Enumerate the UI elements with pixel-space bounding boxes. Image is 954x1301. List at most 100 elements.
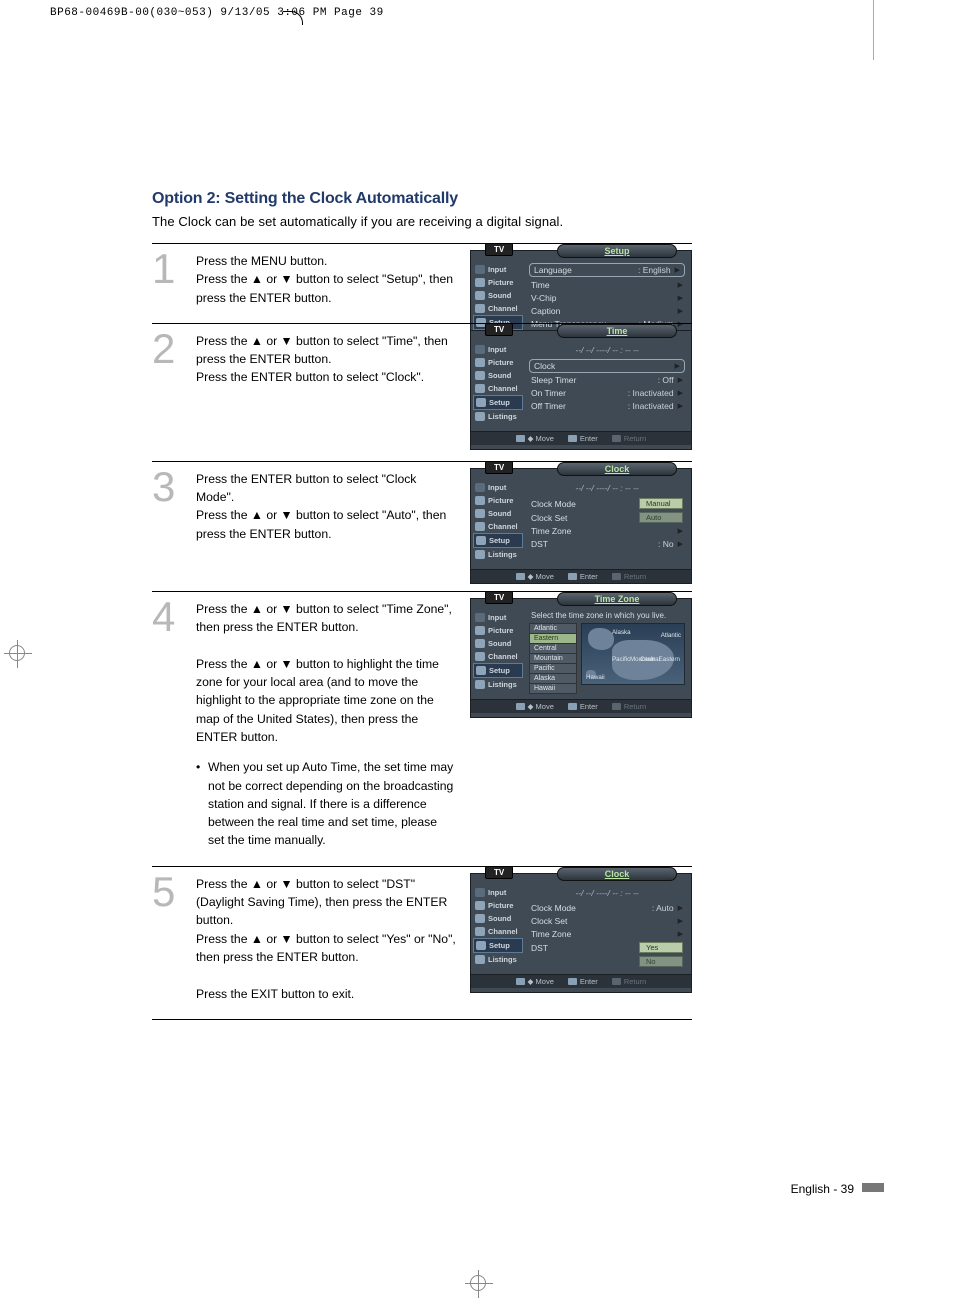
osd-clock: TV Clock InputPictureSoundChannelSetupLi… [470, 468, 692, 584]
tz-list: AtlanticEasternCentralMountainPacificAla… [529, 623, 577, 693]
osd-side-input: Input [473, 886, 523, 899]
osd-side-channel: Channel [473, 382, 523, 395]
osd-main: --/ --/ ----/ -- : -- -- Clock ModeManua… [523, 479, 691, 569]
osd-source-badge: TV [485, 323, 513, 336]
osd-side-sound: Sound [473, 507, 523, 520]
section-subtitle: The Clock can be set automatically if yo… [152, 214, 842, 229]
osd-title: Setup [557, 244, 677, 258]
page-content: Option 2: Setting the Clock Automaticall… [152, 190, 842, 1020]
registration-mark [4, 640, 32, 668]
osd-time: TV Time InputPictureSoundChannelSetupLis… [470, 330, 692, 450]
step-text: Press the MENU button.Press the ▲ or ▼ b… [196, 250, 456, 307]
osd-title: Time Zone [557, 592, 677, 606]
registration-mark [465, 1270, 493, 1298]
osd-footer: ◆ MoveEnterReturn [471, 974, 691, 988]
osd-side-channel: Channel [473, 650, 523, 663]
osd-row: On Timer: Inactivated▶ [529, 387, 685, 400]
osd-row: Caption▶ [529, 304, 685, 317]
step-number: 1 [152, 250, 188, 307]
osd-side-setup: Setup [473, 663, 523, 678]
osd-row: V-Chip▶ [529, 291, 685, 304]
step-note: When you set up Auto Time, the set time … [196, 758, 456, 849]
step-number: 5 [152, 873, 188, 1003]
osd-row: Time Zone▶ [529, 928, 685, 941]
step-text: Press the ▲ or ▼ button to select "Time … [196, 598, 456, 850]
osd-timezone: TV Time Zone InputPictureSoundChannelSet… [470, 598, 692, 718]
osd-footer: ◆ MoveEnterReturn [471, 699, 691, 713]
osd-side-input: Input [473, 343, 523, 356]
osd-row: Time Zone▶ [529, 525, 685, 538]
osd-title: Time [557, 324, 677, 338]
osd-side-sound: Sound [473, 912, 523, 925]
osd-row: Clock▶ [529, 359, 685, 373]
step-text: Press the ▲ or ▼ button to select "Time"… [196, 330, 456, 445]
section-title: Option 2: Setting the Clock Automaticall… [152, 190, 842, 208]
osd-sidebar: InputPictureSoundChannelSetupListings [471, 884, 523, 974]
osd-side-sound: Sound [473, 369, 523, 382]
osd-row: DSTYes [529, 941, 685, 955]
step-3: 3 Press the ENTER button to select "Cloc… [152, 461, 692, 591]
step-5: 5 Press the ▲ or ▼ button to select "DST… [152, 866, 692, 1020]
osd-main: --/ --/ ----/ -- : -- -- Clock Mode: Aut… [523, 884, 691, 974]
step-number: 4 [152, 598, 188, 850]
osd-side-picture: Picture [473, 494, 523, 507]
osd-side-setup: Setup [473, 938, 523, 953]
osd-clock-dst: TV Clock InputPictureSoundChannelSetupLi… [470, 873, 692, 993]
osd-row: Clock ModeManual [529, 497, 685, 511]
step-number: 3 [152, 468, 188, 575]
step-text: Press the ▲ or ▼ button to select "DST"(… [196, 873, 456, 1003]
osd-side-channel: Channel [473, 302, 523, 315]
osd-footer: ◆ MoveEnterReturn [471, 431, 691, 445]
osd-source-badge: TV [485, 243, 513, 256]
crop-edge [873, 0, 874, 60]
osd-side-listings: Listings [473, 548, 523, 561]
osd-sidebar: InputPictureSoundChannelSetupListings [471, 609, 523, 699]
print-header: BP68-00469B-00(030~053) 9/13/05 3:06 PM … [50, 7, 384, 19]
osd-row: Clock SetAuto [529, 511, 685, 525]
osd-source-badge: TV [485, 461, 513, 474]
osd-side-channel: Channel [473, 925, 523, 938]
osd-side-listings: Listings [473, 410, 523, 423]
osd-sidebar: InputPictureSoundChannelSetupListings [471, 341, 523, 431]
osd-side-sound: Sound [473, 289, 523, 302]
osd-sidebar: InputPictureSoundChannelSetupListings [471, 479, 523, 569]
osd-side-listings: Listings [473, 953, 523, 966]
page-number: English - 39 [791, 1182, 854, 1196]
osd-side-input: Input [473, 481, 523, 494]
osd-title: Clock [557, 867, 677, 881]
osd-side-listings: Listings [473, 678, 523, 691]
tz-option: Hawaii [529, 683, 577, 694]
osd-side-setup: Setup [473, 533, 523, 548]
osd-side-picture: Picture [473, 356, 523, 369]
steps-list: 1 Press the MENU button.Press the ▲ or ▼… [152, 243, 692, 1020]
osd-main: Select the time zone in which you live. … [523, 609, 691, 699]
osd-title: Clock [557, 462, 677, 476]
osd-source-badge: TV [485, 591, 513, 604]
tz-map: Alaska Atlantic Pacific Mountain Central… [581, 623, 685, 685]
osd-source-badge: TV [485, 866, 513, 879]
osd-footer: ◆ MoveEnterReturn [471, 569, 691, 583]
osd-time-readout: --/ --/ ----/ -- : -- -- [529, 886, 685, 902]
osd-row: Off Timer: Inactivated▶ [529, 400, 685, 413]
osd-row: Clock Mode: Auto▶ [529, 902, 685, 915]
osd-side-input: Input [473, 263, 523, 276]
osd-side-picture: Picture [473, 899, 523, 912]
osd-time-readout: --/ --/ ----/ -- : -- -- [529, 481, 685, 497]
step-number: 2 [152, 330, 188, 445]
osd-row: Language: English▶ [529, 263, 685, 277]
osd-side-picture: Picture [473, 276, 523, 289]
osd-side-setup: Setup [473, 395, 523, 410]
osd-side-sound: Sound [473, 637, 523, 650]
osd-side-channel: Channel [473, 520, 523, 533]
osd-row: No [529, 955, 685, 969]
osd-row: Clock Set▶ [529, 915, 685, 928]
osd-row: Time▶ [529, 278, 685, 291]
osd-main: --/ --/ ----/ -- : -- -- Clock▶Sleep Tim… [523, 341, 691, 431]
step-1: 1 Press the MENU button.Press the ▲ or ▼… [152, 243, 692, 323]
page-number-bar [862, 1183, 884, 1192]
tz-instruction: Select the time zone in which you live. [529, 611, 685, 623]
step-2: 2 Press the ▲ or ▼ button to select "Tim… [152, 323, 692, 461]
osd-row: DST: No▶ [529, 538, 685, 551]
osd-time-readout: --/ --/ ----/ -- : -- -- [529, 343, 685, 359]
osd-row: Sleep Timer: Off▶ [529, 374, 685, 387]
